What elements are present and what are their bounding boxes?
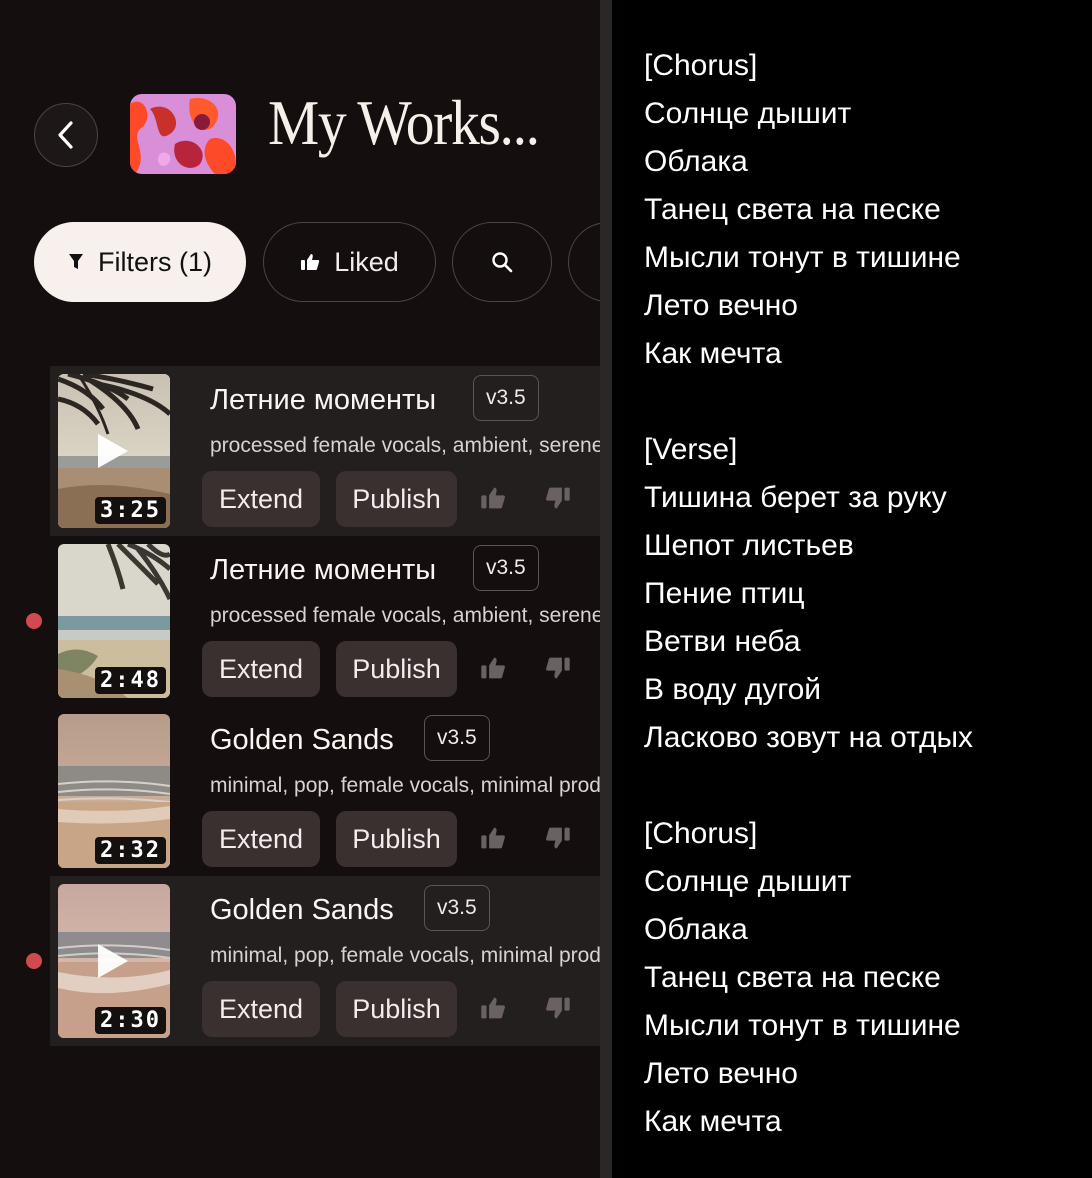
lyric-line [644, 762, 1084, 810]
duration-badge: 2:32 [95, 837, 166, 864]
chevron-left-icon [58, 121, 73, 149]
lyric-line: Облака [644, 145, 748, 178]
filters-button[interactable]: Filters (1) [34, 222, 246, 302]
page-title: My Works... [268, 87, 540, 158]
lyric-line: Тишина берет за руку [644, 481, 947, 514]
works-panel: My Works... Filters (1) Liked 3:25 Летни… [0, 0, 600, 1178]
lyric-line: [Chorus] [644, 49, 758, 82]
thumbs-down-icon[interactable] [545, 656, 571, 680]
version-badge: v3.5 [473, 375, 539, 421]
lyric-line: В воду дугой [644, 673, 822, 706]
thumbs-up-icon [301, 254, 320, 270]
publish-button[interactable]: Publish [336, 641, 457, 697]
lyric-line: Как мечта [644, 1105, 782, 1138]
song-row[interactable]: 2:30 Golden Sands v3.5 minimal, pop, fem… [26, 876, 600, 1046]
panel-divider[interactable] [600, 0, 612, 1178]
play-icon[interactable] [98, 944, 128, 978]
thumbs-down-icon[interactable] [545, 486, 571, 510]
song-title[interactable]: Golden Sands [210, 724, 394, 757]
liked-label: Liked [334, 246, 399, 277]
lyric-line: Лето вечно [644, 289, 798, 322]
lyric-line: Облака [644, 913, 748, 946]
song-title[interactable]: Летние моменты [210, 384, 436, 417]
lyric-line: Мысли тонут в тишине [644, 241, 961, 274]
lyric-line: Шепот листьев [644, 529, 854, 562]
thumbs-up-icon[interactable] [480, 656, 506, 680]
duration-badge: 3:25 [95, 497, 166, 524]
song-title[interactable]: Golden Sands [210, 894, 394, 927]
extend-button[interactable]: Extend [202, 811, 320, 867]
unread-dot [26, 613, 42, 629]
song-tags: minimal, pop, female vocals, minimal pro… [210, 944, 600, 967]
lyric-line [644, 378, 1084, 426]
song-tags: minimal, pop, female vocals, minimal pro… [210, 774, 600, 797]
lyric-line: Солнце дышит [644, 865, 852, 898]
lyric-line: Лето вечно [644, 1057, 798, 1090]
lyric-line: Ласково зовут на отдых [644, 721, 974, 754]
song-thumbnail[interactable]: 2:48 [58, 544, 170, 698]
filters-label: Filters (1) [98, 246, 212, 277]
extend-button[interactable]: Extend [202, 981, 320, 1037]
song-tags: processed female vocals, ambient, serene [210, 434, 600, 457]
song-thumbnail[interactable]: 2:30 [58, 884, 170, 1038]
unread-dot [26, 953, 42, 969]
lyric-line: [Verse] [644, 433, 738, 466]
lyric-line: [Chorus] [644, 817, 758, 850]
publish-button[interactable]: Publish [336, 981, 457, 1037]
play-icon[interactable] [98, 434, 128, 468]
song-list: 3:25 Летние моменты v3.5 processed femal… [26, 366, 600, 1046]
lyric-line: Пение птиц [644, 577, 805, 610]
lyric-line: Танец света на песке [644, 193, 941, 226]
publish-button[interactable]: Publish [336, 471, 457, 527]
playlist-cover [130, 94, 236, 174]
lyric-line: Танец света на песке [644, 961, 941, 994]
thumbs-up-icon[interactable] [480, 826, 506, 850]
thumbs-up-icon[interactable] [480, 996, 506, 1020]
song-row[interactable]: 2:48 Летние моменты v3.5 processed femal… [26, 536, 600, 706]
duration-badge: 2:30 [95, 1007, 166, 1034]
extend-button[interactable]: Extend [202, 641, 320, 697]
lyric-line: Мысли тонут в тишине [644, 1009, 961, 1042]
liked-button[interactable]: Liked [263, 222, 436, 302]
song-thumbnail[interactable]: 3:25 [58, 374, 170, 528]
version-badge: v3.5 [424, 885, 490, 931]
more-filter-button[interactable] [568, 222, 600, 302]
song-thumbnail[interactable]: 2:32 [58, 714, 170, 868]
version-badge: v3.5 [424, 715, 490, 761]
funnel-icon [69, 254, 83, 269]
song-row[interactable]: 3:25 Летние моменты v3.5 processed femal… [50, 366, 600, 536]
lyric-line: Солнце дышит [644, 97, 852, 130]
lyric-line: Ветви неба [644, 625, 801, 658]
search-icon [492, 252, 513, 273]
thumbs-down-icon[interactable] [545, 826, 571, 850]
version-badge: v3.5 [473, 545, 539, 591]
search-button[interactable] [452, 222, 552, 302]
song-tags: processed female vocals, ambient, serene [210, 604, 600, 627]
duration-badge: 2:48 [95, 667, 166, 694]
song-title[interactable]: Летние моменты [210, 554, 436, 587]
lyric-line: Как мечта [644, 337, 782, 370]
thumbs-down-icon[interactable] [545, 996, 571, 1020]
extend-button[interactable]: Extend [202, 471, 320, 527]
publish-button[interactable]: Publish [336, 811, 457, 867]
song-row[interactable]: 2:32 Golden Sands v3.5 minimal, pop, fem… [50, 706, 600, 876]
thumbs-up-icon[interactable] [480, 486, 506, 510]
lyrics-panel: [Chorus] Солнце дышит Облака Танец света… [644, 42, 1084, 1146]
back-button[interactable] [34, 103, 98, 167]
